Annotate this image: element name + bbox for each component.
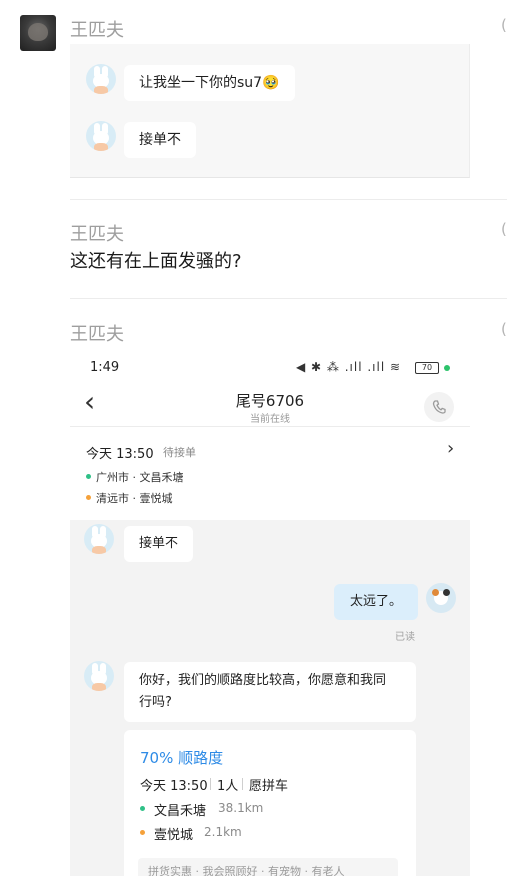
chat-bubble: 接单不 <box>124 122 196 158</box>
status-icons: ◀ ✱ ⁂ .ıll .ıll ≋ <box>296 360 402 374</box>
incoming-message: 你好，我们的顺路度比较高，你愿意和我同 行吗? <box>124 662 416 722</box>
phone-call-button[interactable] <box>424 392 454 422</box>
outgoing-message: 太远了。 <box>334 584 419 620</box>
post-text: 这还有在上面发骚的? <box>70 251 242 272</box>
route-match-percent: 70% 顺路度 <box>140 749 224 767</box>
divider <box>70 199 507 200</box>
sender-name: 王匹夫 <box>70 20 124 41</box>
chat-area[interactable]: 接单不 太远了。 已读 你好，我们的顺路度比较高，你愿意和我同 行吗? 70% … <box>70 520 470 876</box>
bunny-avatar-icon <box>86 64 116 94</box>
order-summary[interactable]: 今天 13:50 待接单 › 广州市 · 文昌禾塘 清远市 · 壹悦城 <box>70 428 470 518</box>
sender-avatar[interactable] <box>20 15 56 51</box>
post-timestamp: ( <box>501 16 507 34</box>
destination-dot-icon <box>140 830 145 835</box>
route-destination-distance: 2.1km <box>204 825 242 839</box>
phone-icon <box>432 400 446 414</box>
route-origin: 文昌禾塘 <box>154 804 207 819</box>
incoming-message: 接单不 <box>124 526 194 562</box>
chat-subtitle: 当前在线 <box>250 414 290 425</box>
post-timestamp: ( <box>501 220 507 238</box>
post-timestamp: ( <box>501 320 507 338</box>
online-dot-icon <box>444 365 450 371</box>
route-origin-distance: 38.1km <box>218 801 264 815</box>
route-tags: 拼货实惠 · 我会照顾好 · 有宠物 · 有老人 <box>138 858 398 876</box>
read-receipt: 已读 <box>395 632 415 643</box>
bunny-avatar-icon <box>84 661 114 691</box>
header-divider <box>70 426 470 427</box>
chat-bubble: 让我坐一下你的su7🥹 <box>124 65 295 101</box>
order-chevron-icon[interactable]: › <box>447 438 454 459</box>
sender-name: 王匹夫 <box>70 224 124 245</box>
order-destination: 清远市 · 壹悦城 <box>96 492 173 505</box>
chat-title: 尾号6706 <box>235 392 305 410</box>
message-line: 行吗? <box>139 695 172 710</box>
battery-icon: 70 <box>415 362 439 374</box>
route-people: 1人 <box>217 779 239 794</box>
status-time: 1:49 <box>90 360 120 375</box>
battery-level: 70 <box>421 363 433 372</box>
bunny-avatar-icon <box>86 121 116 151</box>
order-time: 今天 13:50 <box>86 447 154 462</box>
route-card[interactable]: 70% 顺路度 今天 13:50 1人 愿拼车 文昌禾塘 38.1km 壹悦城 … <box>124 730 416 876</box>
order-status: 待接单 <box>163 446 196 459</box>
self-avatar-icon <box>426 583 456 613</box>
sender-name: 王匹夫 <box>70 324 124 345</box>
origin-dot-icon <box>140 806 145 811</box>
destination-dot-icon <box>86 495 91 500</box>
bunny-avatar-icon <box>84 524 114 554</box>
divider <box>70 298 507 299</box>
shared-screenshot[interactable]: 1:49 ◀ ✱ ⁂ .ıll .ıll ≋ 70 ‹ 尾号6706 当前在线 … <box>70 348 470 876</box>
message-line: 你好，我们的顺路度比较高，你愿意和我同 <box>139 673 387 688</box>
order-origin: 广州市 · 文昌禾塘 <box>96 471 184 484</box>
origin-dot-icon <box>86 474 91 479</box>
quoted-chat-card[interactable]: 让我坐一下你的su7🥹 接单不 <box>70 44 470 178</box>
separator <box>242 778 243 790</box>
route-destination: 壹悦城 <box>154 828 194 843</box>
separator <box>210 778 211 790</box>
route-type: 愿拼车 <box>249 779 289 794</box>
route-time: 今天 13:50 <box>140 779 208 794</box>
